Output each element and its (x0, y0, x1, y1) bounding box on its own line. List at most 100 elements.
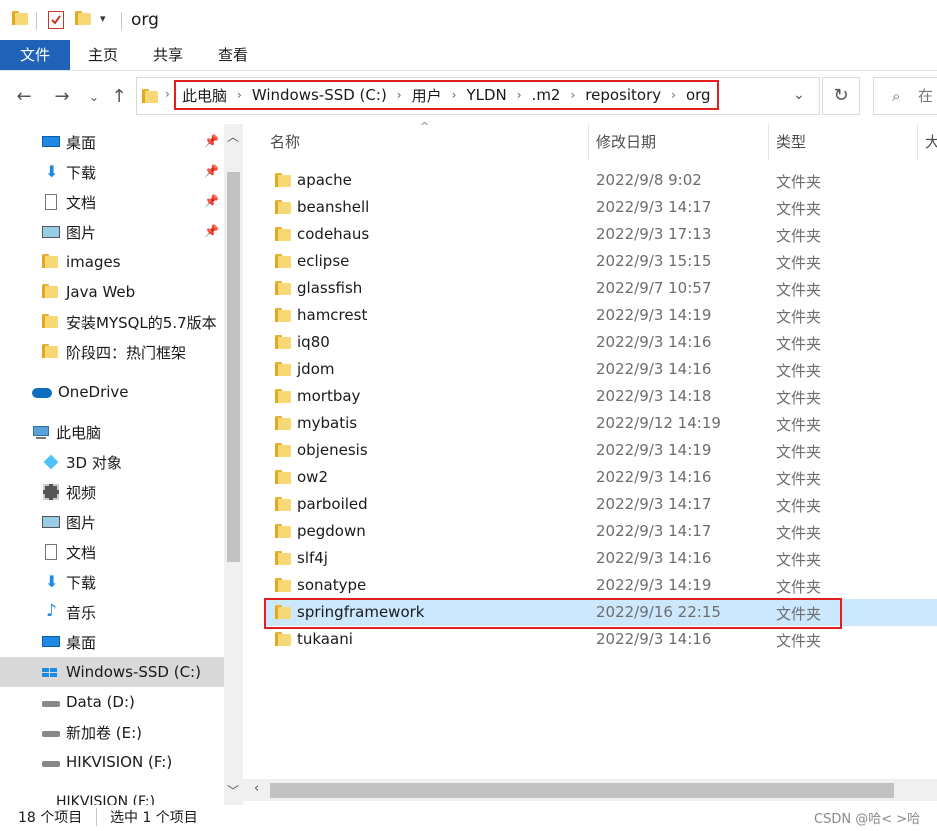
pin-icon[interactable]: 📌 (204, 224, 219, 238)
download-icon: ⬇ (45, 162, 59, 181)
properties-icon[interactable] (48, 11, 64, 29)
file-row[interactable]: slf4j 2022/9/3 14:16 文件夹 (266, 545, 937, 572)
file-name: apache (297, 171, 352, 189)
tab-view[interactable]: 查看 (213, 40, 253, 70)
nav-item-pictures[interactable]: 图片 (0, 217, 224, 247)
nav-item-documents-pc[interactable]: 文档 (0, 537, 224, 567)
folder-icon (275, 551, 291, 565)
back-arrow-icon[interactable]: ← (12, 85, 36, 109)
breadcrumb-users[interactable]: 用户 (412, 85, 442, 106)
breadcrumb-m2[interactable]: .m2 (532, 86, 561, 104)
column-header-type[interactable]: 类型 (776, 124, 806, 160)
scroll-up-icon[interactable]: ︿ (227, 128, 239, 145)
file-row[interactable]: codehaus 2022/9/3 17:13 文件夹 (266, 221, 937, 248)
file-row[interactable]: jdom 2022/9/3 14:16 文件夹 (266, 356, 937, 383)
file-row[interactable]: pegdown 2022/9/3 14:17 文件夹 (266, 518, 937, 545)
file-row[interactable]: apache 2022/9/8 9:02 文件夹 (266, 167, 937, 194)
file-name: parboiled (297, 495, 368, 513)
file-row[interactable]: mybatis 2022/9/12 14:19 文件夹 (266, 410, 937, 437)
chevron-right-icon[interactable]: › (570, 88, 575, 102)
scroll-left-icon[interactable]: ‹ (254, 781, 259, 796)
file-row[interactable]: hamcrest 2022/9/3 14:19 文件夹 (266, 302, 937, 329)
chevron-right-icon[interactable]: › (517, 88, 522, 102)
column-header-date[interactable]: 修改日期 (596, 124, 656, 160)
tab-home[interactable]: 主页 (83, 40, 123, 70)
nav-item-install-mysql[interactable]: 安装MYSQL的5.7版本 (0, 307, 224, 337)
customize-quick-access-icon[interactable]: ▾ (100, 12, 106, 25)
file-row[interactable]: beanshell 2022/9/3 14:17 文件夹 (266, 194, 937, 221)
search-placeholder: 在 (918, 87, 934, 105)
nav-item-3d-objects[interactable]: 3D 对象 (0, 447, 224, 477)
file-row[interactable]: ow2 2022/9/3 14:16 文件夹 (266, 464, 937, 491)
breadcrumb-this-pc[interactable]: 此电脑 (182, 85, 227, 106)
scroll-down-icon[interactable]: ﹀ (227, 782, 239, 799)
breadcrumb-drive-c[interactable]: Windows-SSD (C:) (252, 86, 387, 104)
column-divider[interactable] (588, 124, 589, 160)
tab-share[interactable]: 共享 (148, 40, 188, 70)
breadcrumb-org[interactable]: org (686, 86, 711, 104)
nav-item-drive-d[interactable]: Data (D:) (0, 687, 224, 717)
chevron-right-icon[interactable]: › (671, 88, 676, 102)
nav-scrollbar-thumb[interactable] (227, 172, 240, 562)
nav-item-downloads[interactable]: ⬇ 下载 (0, 157, 224, 187)
nav-item-desktop-pc[interactable]: 桌面 (0, 627, 224, 657)
file-row[interactable]: sonatype 2022/9/3 14:19 文件夹 (266, 572, 937, 599)
up-arrow-icon[interactable]: ↑ (107, 85, 131, 109)
nav-item-label: 阶段四：热门框架 (66, 343, 187, 362)
folder-icon (275, 254, 291, 268)
nav-item-label: 下载 (66, 573, 97, 592)
chevron-right-icon[interactable]: › (397, 88, 402, 102)
horizontal-scrollbar-thumb[interactable] (270, 783, 894, 798)
file-row[interactable]: parboiled 2022/9/3 14:17 文件夹 (266, 491, 937, 518)
breadcrumb-yldn[interactable]: YLDN (466, 86, 506, 104)
breadcrumb-repository[interactable]: repository (585, 86, 661, 104)
nav-item-label: OneDrive (58, 383, 129, 401)
nav-item-drive-f[interactable]: HIKVISION (F:) (0, 747, 224, 777)
recent-locations-chevron-icon[interactable]: ⌄ (82, 85, 106, 109)
nav-item-drive-f-2[interactable]: HIKVISION (F:) (0, 787, 224, 805)
file-name: slf4j (297, 549, 328, 567)
nav-item-label: 图片 (66, 223, 97, 242)
folder-icon (275, 173, 291, 187)
pin-icon[interactable]: 📌 (204, 164, 219, 178)
column-divider[interactable] (768, 124, 769, 160)
nav-item-music[interactable]: ♪ 音乐 (0, 597, 224, 627)
nav-item-documents[interactable]: 文档 (0, 187, 224, 217)
nav-item-java-web[interactable]: Java Web (0, 277, 224, 307)
nav-item-label: HIKVISION (F:) (66, 753, 173, 771)
nav-item-pictures-pc[interactable]: 图片 (0, 507, 224, 537)
forward-arrow-icon[interactable]: → (50, 85, 74, 109)
nav-item-videos[interactable]: 视频 (0, 477, 224, 507)
file-row[interactable]: tukaani 2022/9/3 14:16 文件夹 (266, 626, 937, 653)
file-modified-date: 2022/9/3 14:17 (596, 495, 712, 513)
column-header-name[interactable]: 名称 (270, 124, 300, 160)
file-name: iq80 (297, 333, 330, 351)
pin-icon[interactable]: 📌 (204, 134, 219, 148)
folder-icon (275, 335, 291, 349)
nav-item-drive-c[interactable]: Windows-SSD (C:) (0, 657, 224, 687)
pin-icon[interactable]: 📌 (204, 194, 219, 208)
refresh-icon[interactable]: ↻ (822, 77, 860, 115)
nav-item-desktop[interactable]: 桌面 (0, 127, 224, 157)
tab-file[interactable]: 文件 (0, 40, 70, 70)
folder-icon (275, 389, 291, 403)
file-modified-date: 2022/9/3 14:18 (596, 387, 712, 405)
chevron-down-icon[interactable]: ⌄ (793, 87, 805, 103)
folder-icon (42, 284, 60, 300)
file-row[interactable]: objenesis 2022/9/3 14:19 文件夹 (266, 437, 937, 464)
nav-item-this-pc[interactable]: 此电脑 (0, 417, 224, 447)
chevron-right-icon[interactable]: › (237, 88, 242, 102)
file-row[interactable]: glassfish 2022/9/7 10:57 文件夹 (266, 275, 937, 302)
nav-item-stage-four[interactable]: 阶段四：热门框架 (0, 337, 224, 367)
chevron-right-icon[interactable]: › (452, 88, 457, 102)
nav-item-images[interactable]: images (0, 247, 224, 277)
nav-item-drive-e[interactable]: 新加卷 (E:) (0, 717, 224, 747)
nav-item-downloads-pc[interactable]: ⬇ 下载 (0, 567, 224, 597)
file-row[interactable]: eclipse 2022/9/3 15:15 文件夹 (266, 248, 937, 275)
search-input[interactable]: ⌕ 在 (873, 77, 937, 115)
column-header-size[interactable]: 大 (925, 124, 937, 160)
file-row[interactable]: iq80 2022/9/3 14:16 文件夹 (266, 329, 937, 356)
file-row[interactable]: mortbay 2022/9/3 14:18 文件夹 (266, 383, 937, 410)
column-divider[interactable] (917, 124, 918, 160)
nav-item-onedrive[interactable]: OneDrive (0, 377, 224, 407)
